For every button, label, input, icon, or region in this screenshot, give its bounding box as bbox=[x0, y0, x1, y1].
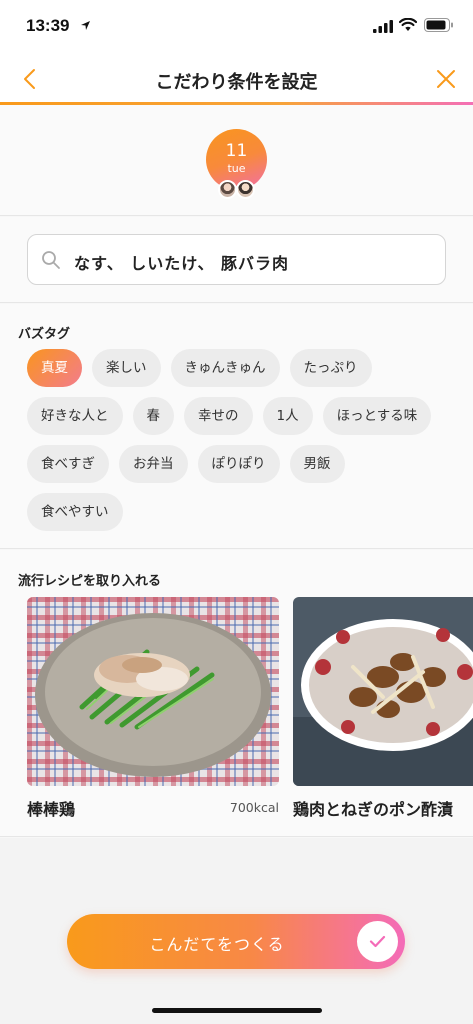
cellular-signal-icon bbox=[373, 20, 393, 33]
recipe-calories: 700kcal bbox=[229, 800, 279, 815]
recipe-name: 鶏肉とねぎのポン酢漬 bbox=[293, 800, 454, 819]
home-indicator bbox=[152, 1008, 322, 1013]
search-value: なす、 しいたけ、 豚バラ肉 bbox=[74, 254, 290, 273]
page-title: こだわり条件を設定 bbox=[155, 72, 318, 93]
buzz-tag-chip[interactable]: ほっとする味 bbox=[322, 397, 432, 435]
create-menu-button[interactable]: こんだてをつくる bbox=[67, 914, 405, 969]
recipe-card[interactable]: 棒棒鶏 700kcal bbox=[27, 597, 279, 819]
recipe-photo bbox=[27, 597, 279, 786]
search-section: なす、 しいたけ、 豚バラ肉 bbox=[0, 217, 473, 303]
member-avatars bbox=[218, 180, 258, 200]
recipe-photo bbox=[293, 597, 473, 786]
wifi-icon bbox=[399, 18, 417, 31]
status-time: 13:39 bbox=[26, 16, 70, 35]
close-icon[interactable] bbox=[435, 68, 457, 90]
status-bar: 13:39 bbox=[0, 0, 473, 52]
recipe-name: 棒棒鶏 bbox=[27, 800, 76, 819]
buzz-tag-chip[interactable]: 食べやすい bbox=[27, 493, 123, 531]
location-arrow-icon bbox=[81, 21, 90, 30]
buzz-tag-chip[interactable]: ぽりぽり bbox=[197, 445, 280, 483]
buzz-tags-heading: バズタグ bbox=[18, 327, 71, 342]
buzz-tag-chip[interactable]: 1人 bbox=[262, 397, 313, 435]
buzz-tag-chip[interactable]: 男飯 bbox=[289, 445, 345, 483]
buzz-tag-chip[interactable]: 食べすぎ bbox=[27, 445, 109, 483]
buzz-tags-section: バズタグ 真夏 楽しい きゅんきゅん たっぷり好きな人と春幸せの 1人 ほっとする味食べす… bbox=[0, 304, 473, 549]
buzz-tag-chip[interactable]: きゅんきゅん bbox=[170, 349, 280, 387]
create-menu-label: こんだてをつくる bbox=[149, 935, 285, 954]
buzz-tag-chip[interactable]: 春 bbox=[132, 397, 174, 435]
buzz-tag-chip[interactable]: 楽しい bbox=[92, 349, 161, 387]
trending-heading: 流行レシピを取り入れる bbox=[18, 574, 162, 589]
buzz-tag-chip[interactable]: お弁当 bbox=[119, 445, 188, 483]
buzz-tag-chip[interactable]: 真夏 bbox=[27, 349, 82, 387]
buzz-tag-chip[interactable]: 好きな人と bbox=[27, 397, 123, 435]
avatar bbox=[218, 180, 237, 199]
ingredient-search-input[interactable]: なす、 しいたけ、 豚バラ肉 bbox=[27, 234, 446, 285]
date-day: 11 bbox=[225, 141, 248, 161]
tag-list: 真夏 楽しい きゅんきゅん たっぷり好きな人と春幸せの 1人 ほっとする味食べすぎ お弁当ぽ… bbox=[27, 349, 447, 531]
date-section: 11 tue bbox=[0, 105, 473, 216]
search-icon bbox=[42, 251, 60, 269]
nav-bar: こだわり条件を設定 bbox=[0, 52, 473, 104]
check-icon bbox=[357, 921, 398, 962]
date-weekday: tue bbox=[227, 162, 246, 175]
trending-recipes-section: 流行レシピを取り入れる 棒棒鶏 700kcal 鶏肉とねぎのポン酢漬 bbox=[0, 550, 473, 837]
buzz-tag-chip[interactable]: たっぷり bbox=[289, 349, 372, 387]
recipe-card[interactable]: 鶏肉とねぎのポン酢漬 bbox=[293, 597, 473, 819]
battery-icon bbox=[424, 18, 453, 32]
avatar bbox=[236, 180, 255, 199]
buzz-tag-chip[interactable]: 幸せの bbox=[184, 397, 253, 435]
